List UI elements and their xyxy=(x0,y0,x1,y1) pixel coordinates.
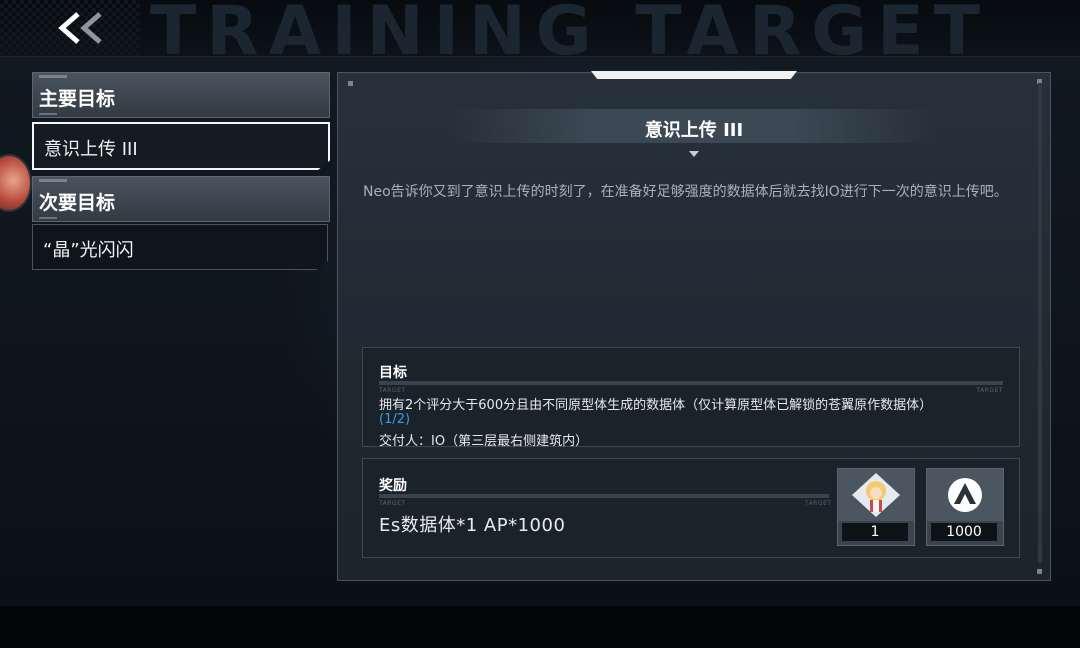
chibi-character-icon xyxy=(852,473,900,517)
objective-giver: 交付人：IO（第三层最右侧建筑内） xyxy=(379,434,589,449)
category-secondary-label: 次要目标 xyxy=(39,192,116,214)
ap-currency-icon xyxy=(948,478,982,512)
corner-mark xyxy=(1037,569,1042,574)
sidebar-item-crystal-shine[interactable]: “晶”光闪闪 xyxy=(32,224,328,270)
rule-label: TARGET xyxy=(379,500,406,507)
reward-item-qty: 1000 xyxy=(931,523,997,541)
corner-mark xyxy=(348,81,353,86)
reward-rule xyxy=(379,494,829,498)
reward-item-ap[interactable]: 1000 xyxy=(926,468,1004,546)
objective-text: 拥有2个评分大于600分且由不同原型体生成的数据体（仅计算原型体已解锁的苍翼原作… xyxy=(379,398,933,413)
sidebar-item-label: 意识上传 III xyxy=(44,139,138,160)
header-tag-mark xyxy=(39,75,67,78)
category-main-header: 主要目标 xyxy=(32,72,330,118)
reward-item-image xyxy=(927,469,1003,521)
top-bar: TRAINING TARGET xyxy=(0,0,1080,71)
sidebar-item-consciousness-upload-3[interactable]: 意识上传 III xyxy=(32,122,330,170)
objective-heading: 目标 xyxy=(379,365,407,381)
bottom-letterbox xyxy=(0,606,1080,648)
side-strip xyxy=(1038,83,1042,563)
mission-description: Neo告诉你又到了意识上传的时刻了，在准备好足够强度的数据体后就去找IO进行下一… xyxy=(363,184,1008,200)
header-tag-mark xyxy=(39,217,57,219)
category-secondary-header: 次要目标 xyxy=(32,176,330,222)
reward-item-image xyxy=(838,469,914,521)
objective-progress: (1/2) xyxy=(379,412,411,427)
rule-label: TARGET xyxy=(805,500,832,507)
reward-item-qty: 1 xyxy=(842,523,908,541)
reward-item-character[interactable]: 1 xyxy=(837,468,915,546)
detail-panel: 意识上传 III Neo告诉你又到了意识上传的时刻了，在准备好足够强度的数据体后… xyxy=(337,71,1051,581)
objective-box: 目标 TARGET TARGET 拥有2个评分大于600分且由不同原型体生成的数… xyxy=(362,347,1020,449)
rule-label: TARGET xyxy=(976,387,1003,394)
reward-box: 奖励 TARGET TARGET Es数据体*1 AP*1000 1 1000 xyxy=(362,458,1020,558)
sidebar-item-label: “晶”光闪闪 xyxy=(43,240,134,261)
mission-title: 意识上传 III xyxy=(644,120,744,141)
title-down-arrow-icon xyxy=(689,151,699,157)
objective-rule xyxy=(379,381,1003,385)
header-tag-mark xyxy=(39,179,67,182)
header-watermark: TRAINING TARGET xyxy=(150,0,991,71)
header-tag-mark xyxy=(39,113,57,115)
double-chevron-left-icon xyxy=(58,12,102,44)
category-main-label: 主要目标 xyxy=(39,88,116,110)
reward-heading: 奖励 xyxy=(379,478,407,494)
reward-summary: Es数据体*1 AP*1000 xyxy=(379,515,566,536)
back-button[interactable] xyxy=(52,8,116,48)
rule-label: TARGET xyxy=(379,387,406,394)
panel-tab-marker xyxy=(591,71,797,79)
